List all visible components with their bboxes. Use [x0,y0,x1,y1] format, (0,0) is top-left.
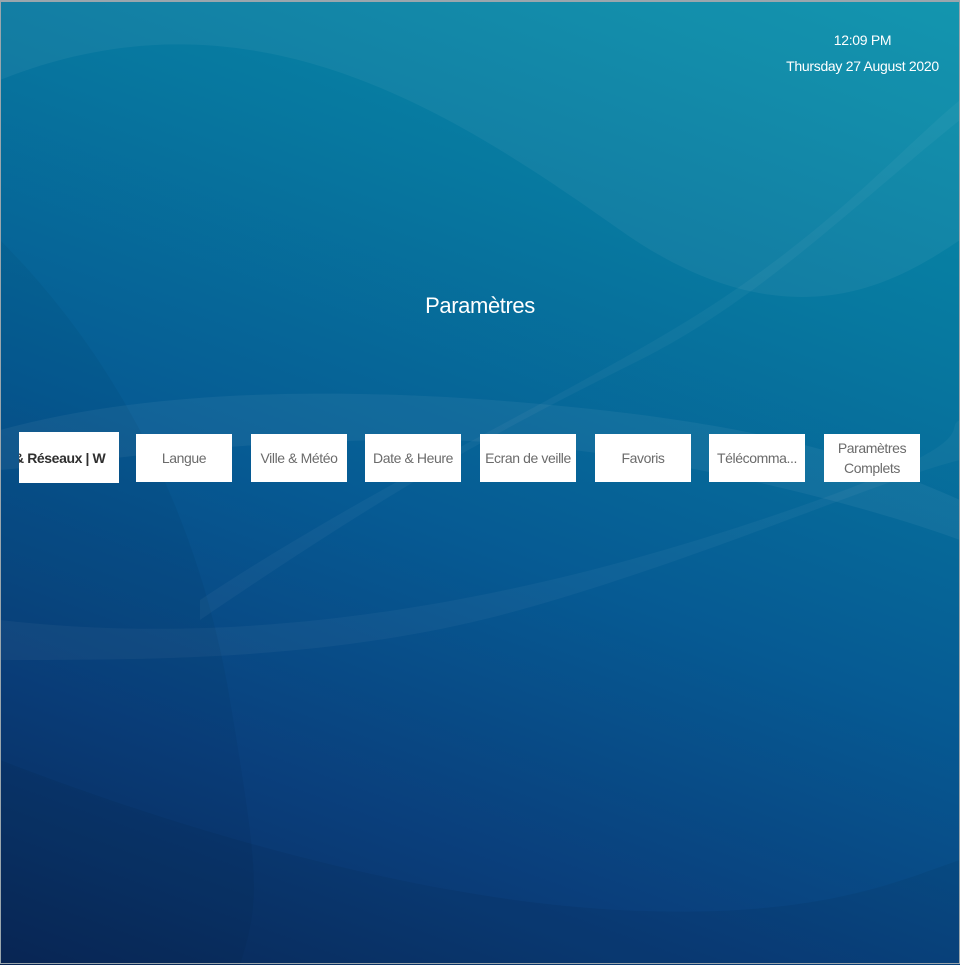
tile-ecran-de-veille[interactable]: Ecran de veille [480,434,576,482]
tile-label: Langue [161,450,207,466]
tile-label: Ville & Météo [260,450,338,466]
background-waves [0,0,960,965]
tile-label: & Réseaux | W [19,449,106,466]
tile-label: Date & Heure [372,450,454,466]
tile-ville-meteo[interactable]: Ville & Météo [251,434,347,482]
top-tab-left [0,0,90,2]
clock-date: Thursday 27 August 2020 [786,58,939,74]
tile-date-heure[interactable]: Date & Heure [365,434,461,482]
tile-label: Ecran de veille [485,450,571,466]
tile-langue[interactable]: Langue [136,434,232,482]
page-title: Paramètres [425,293,535,318]
settings-screen: 12:09 PM Thursday 27 August 2020 Paramèt… [0,0,960,965]
tile-parametres-complets[interactable]: Paramètres Complets [824,434,920,482]
tile-label: Paramètres Complets [837,440,907,476]
tile-label: Favoris [621,450,665,466]
clock-time: 12:09 PM [833,32,892,48]
clock-widget: 12:09 PM Thursday 27 August 2020 [760,31,960,75]
tile-label: Télécomma... [717,450,797,466]
tile-connexions-reseaux[interactable]: & Réseaux | W [19,432,119,483]
tile-telecommande[interactable]: Télécomma... [709,434,805,482]
top-tab-right [91,0,216,2]
tile-favoris[interactable]: Favoris [595,434,691,482]
